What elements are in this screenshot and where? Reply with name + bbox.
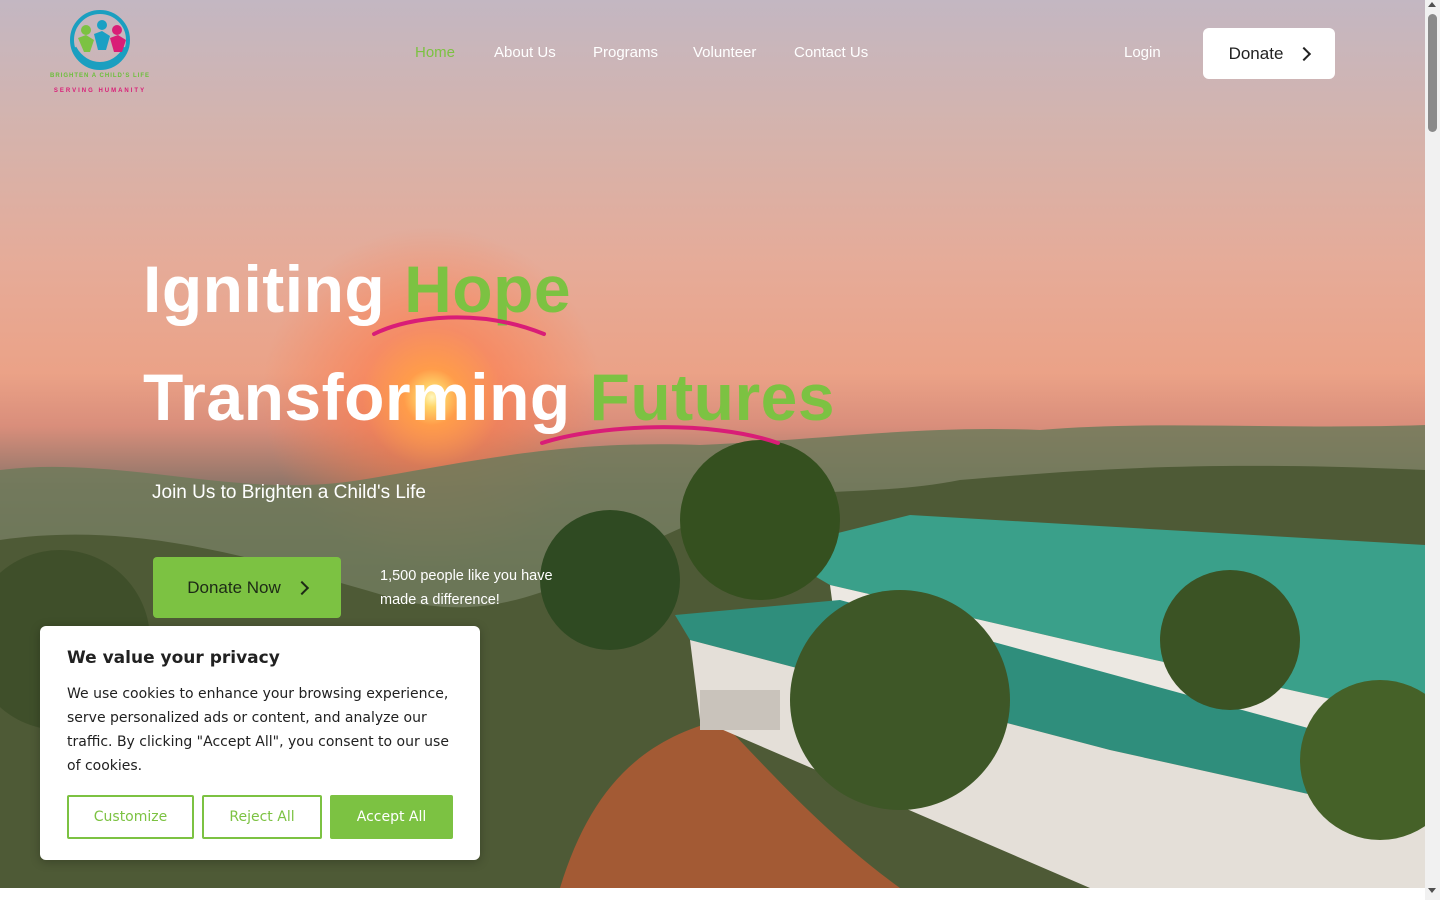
header-donate-button[interactable]: Donate	[1203, 28, 1335, 79]
logo-icon	[70, 10, 130, 70]
hero-subtitle: Join Us to Brighten a Child's Life	[152, 482, 426, 503]
donate-now-button[interactable]: Donate Now	[153, 557, 341, 618]
nav-item-about-us[interactable]: About Us	[494, 44, 556, 61]
headline-word-transforming: Transforming	[143, 360, 571, 434]
nav-item-home[interactable]: Home	[415, 44, 455, 61]
logo-tagline-bottom: SERVING HUMANITY	[53, 88, 147, 94]
site-logo[interactable]: BRIGHTEN A CHILD'S LIFE SERVING HUMANITY	[38, 8, 162, 100]
cookie-consent-banner: We value your privacy We use cookies to …	[40, 626, 480, 860]
futures-underline-swash	[540, 425, 780, 445]
scroll-up-icon[interactable]	[1428, 2, 1436, 7]
cookie-banner-title: We value your privacy	[67, 648, 280, 668]
cookie-banner-body: We use cookies to enhance your browsing …	[67, 686, 449, 774]
nav-item-contact-us[interactable]: Contact Us	[794, 44, 868, 61]
vertical-scrollbar[interactable]	[1425, 0, 1440, 900]
scroll-down-icon[interactable]	[1428, 888, 1436, 893]
header-donate-label: Donate	[1228, 43, 1284, 63]
cookie-button-group: Customize Reject All Accept All	[67, 795, 453, 839]
logo-tagline-top: BRIGHTEN A CHILD'S LIFE	[50, 73, 150, 79]
hope-underline-swash	[372, 315, 546, 336]
chevron-right-icon	[294, 580, 309, 596]
nav-item-volunteer[interactable]: Volunteer	[693, 44, 756, 61]
nav-item-programs[interactable]: Programs	[593, 44, 658, 61]
headline-word-igniting: Igniting	[143, 252, 386, 326]
page-bottom-edge	[0, 888, 1425, 900]
cookie-reject-all-button[interactable]: Reject All	[202, 795, 322, 839]
donate-now-label: Donate Now	[187, 577, 281, 597]
cookie-customize-button[interactable]: Customize	[67, 795, 194, 839]
impact-statement: 1,500 people like you have made a differ…	[380, 568, 553, 608]
scrollbar-thumb[interactable]	[1428, 14, 1437, 132]
chevron-right-icon	[1297, 46, 1312, 62]
cookie-accept-all-button[interactable]: Accept All	[330, 795, 453, 839]
login-link[interactable]: Login	[1124, 44, 1161, 61]
